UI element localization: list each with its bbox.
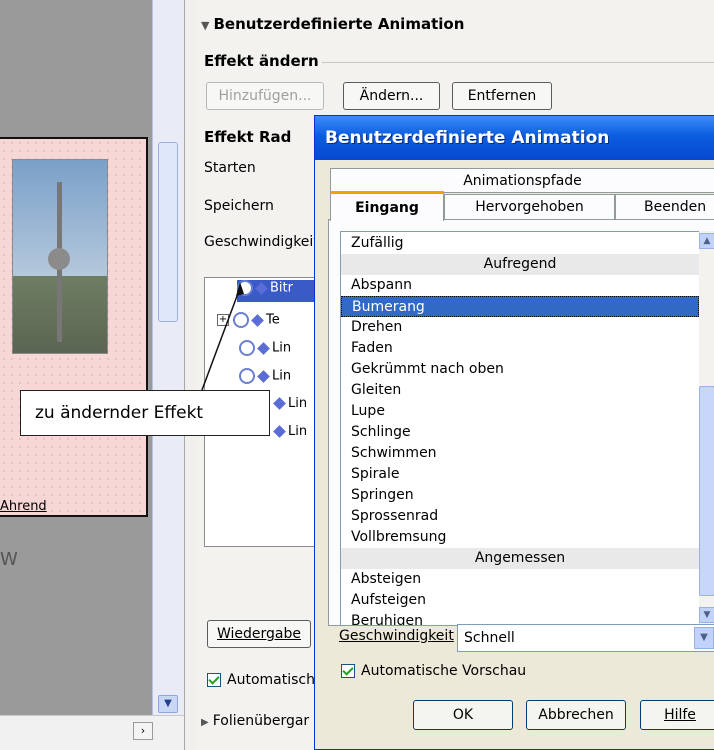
- scrollbar-thumb[interactable]: [699, 386, 714, 596]
- pane-title[interactable]: ▼ Benutzerdefinierte Animation: [201, 15, 464, 33]
- slide-thumbnail[interactable]: Ahrend W: [0, 137, 148, 570]
- list-item[interactable]: Aufsteigen: [341, 590, 699, 611]
- divider: [322, 62, 714, 63]
- effect-label: Lin: [288, 396, 308, 411]
- scroll-up-icon[interactable]: ▲: [699, 233, 714, 249]
- checkbox-checked-icon[interactable]: [207, 673, 221, 687]
- callout-pointer: [201, 282, 244, 391]
- list-item[interactable]: Vollbremsung: [341, 527, 699, 548]
- help-label: Hilfe: [664, 707, 696, 723]
- auto-preview-label: Automatisch: [227, 672, 315, 688]
- pane-title-text: Benutzerdefinierte Animation: [213, 15, 465, 33]
- dialog-title-bar[interactable]: Benutzerdefinierte Animation: [315, 116, 714, 160]
- list-group-header: Aufregend: [341, 254, 699, 275]
- change-effect-button[interactable]: Ändern...: [343, 82, 440, 110]
- start-label: Starten: [204, 160, 256, 176]
- effect-diamond-icon: [273, 425, 286, 438]
- remove-effect-button[interactable]: Entfernen: [452, 82, 552, 110]
- auto-preview-pane[interactable]: Automatisch: [207, 672, 315, 688]
- section-effect-rad: Effekt Rad: [204, 128, 292, 146]
- play-label: Wiedergabe: [216, 626, 301, 642]
- effect-listbox[interactable]: Zufällig Aufregend Abspann Bumerang Dreh…: [340, 231, 714, 626]
- chevron-down-icon[interactable]: ▼: [694, 627, 714, 649]
- effect-label: Lin: [272, 368, 292, 384]
- ok-button[interactable]: OK: [413, 700, 513, 730]
- save-label: Speichern: [204, 198, 274, 214]
- speed-label-pane: Geschwindigkeit: [204, 234, 319, 250]
- auto-preview-label: Automatische Vorschau: [361, 663, 527, 679]
- list-item[interactable]: Abspann: [341, 275, 699, 296]
- speed-label: Geschwindigkeit: [339, 628, 454, 644]
- effect-item-6[interactable]: Lin: [273, 424, 308, 446]
- effect-label: Bitr: [270, 280, 293, 296]
- callout-box: zu ändernder Effekt: [20, 390, 270, 436]
- add-effect-button[interactable]: Hinzufügen...: [206, 82, 324, 110]
- horizontal-scrollbar[interactable]: [0, 715, 184, 750]
- list-item[interactable]: Gleiten: [341, 380, 699, 401]
- play-button[interactable]: Wiedergabe: [207, 620, 311, 648]
- section-change-effect: Effekt ändern: [204, 52, 319, 70]
- list-item[interactable]: Springen: [341, 485, 699, 506]
- slide-caption: Ahrend: [0, 499, 47, 514]
- checkbox-checked-icon[interactable]: [341, 664, 355, 678]
- speed-value: Schnell: [464, 630, 515, 646]
- tower-sphere: [48, 248, 70, 270]
- list-item[interactable]: Schwimmen: [341, 443, 699, 464]
- list-item[interactable]: Gekrümmt nach oben: [341, 359, 699, 380]
- collapse-icon[interactable]: ▼: [201, 19, 209, 32]
- list-group-header: Angemessen: [341, 548, 699, 569]
- scroll-down-icon[interactable]: ▼: [699, 607, 714, 623]
- help-button[interactable]: Hilfe: [640, 700, 714, 730]
- effect-label: Te: [266, 312, 280, 328]
- scrollbar-thumb[interactable]: [158, 142, 178, 322]
- list-item[interactable]: Schlinge: [341, 422, 699, 443]
- list-item[interactable]: Sprossenrad: [341, 506, 699, 527]
- scroll-down-icon[interactable]: ▼: [158, 695, 178, 713]
- speed-dropdown[interactable]: Schnell ▼: [457, 624, 714, 652]
- effect-label: Lin: [288, 424, 308, 439]
- list-item-selected[interactable]: Bumerang: [341, 296, 699, 317]
- tab-animation-paths[interactable]: Animationspfade: [330, 168, 714, 193]
- tab-emphasis[interactable]: Hervorgehoben: [444, 194, 615, 220]
- effect-diamond-icon: [273, 397, 286, 410]
- list-item[interactable]: Absteigen: [341, 569, 699, 590]
- auto-preview-checkbox[interactable]: Automatische Vorschau: [341, 663, 526, 679]
- list-item[interactable]: Zufällig: [341, 233, 699, 254]
- effect-label: Lin: [272, 340, 292, 356]
- custom-animation-dialog[interactable]: Benutzerdefinierte Animation Animationsp…: [314, 115, 714, 750]
- slide-photo: [12, 159, 108, 354]
- tab-entrance[interactable]: Eingang: [330, 191, 444, 221]
- list-item[interactable]: Faden: [341, 338, 699, 359]
- slide-transition-section[interactable]: ▶ Folienübergar: [201, 713, 309, 729]
- transition-label: Folienübergar: [212, 713, 310, 729]
- effect-item-5[interactable]: Lin: [273, 396, 308, 418]
- speed-label-text: Geschwindigkeit: [339, 628, 454, 644]
- listbox-scrollbar[interactable]: ▲ ▼: [699, 231, 714, 626]
- scroll-right-icon[interactable]: ›: [133, 722, 153, 740]
- slide-text: W: [0, 549, 18, 570]
- list-item[interactable]: Drehen: [341, 317, 699, 338]
- expand-arrow-icon: ▶: [201, 717, 209, 728]
- cancel-button[interactable]: Abbrechen: [526, 700, 626, 730]
- list-item[interactable]: Lupe: [341, 401, 699, 422]
- list-item[interactable]: Spirale: [341, 464, 699, 485]
- tab-exit[interactable]: Beenden: [615, 194, 714, 220]
